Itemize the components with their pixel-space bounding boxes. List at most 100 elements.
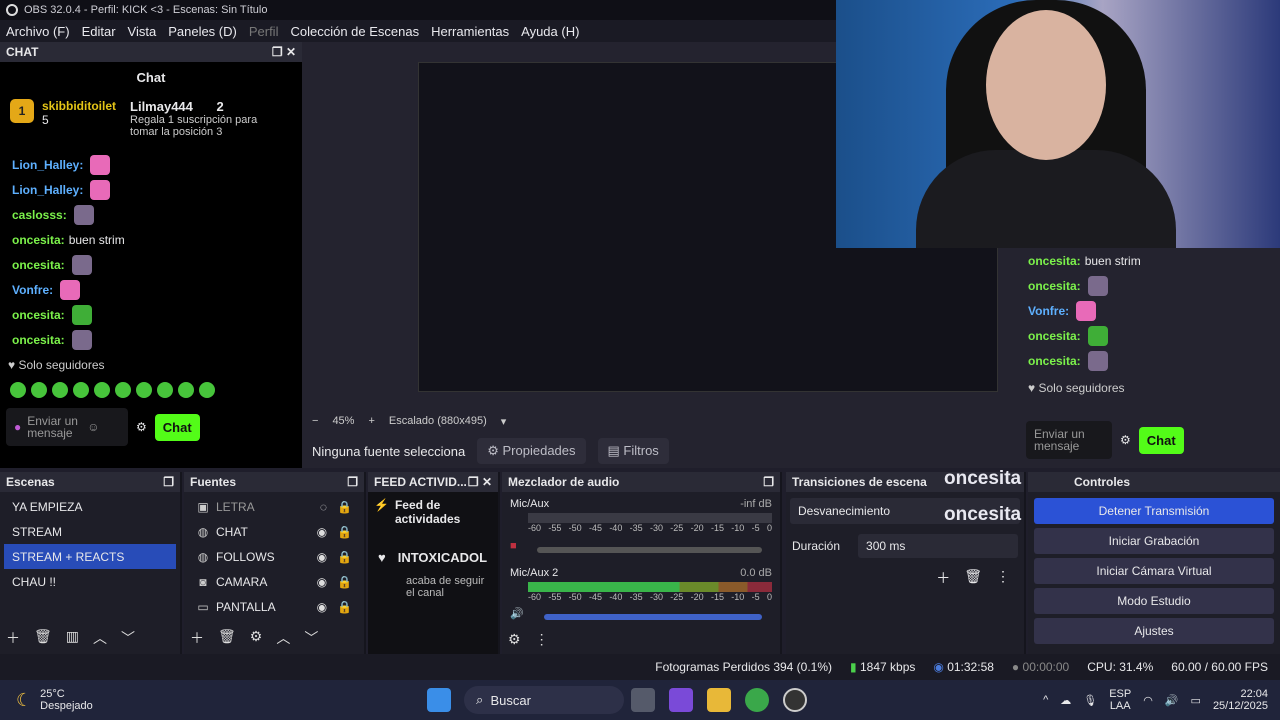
eye-icon[interactable]: ◉	[317, 525, 327, 539]
emote-icon[interactable]	[10, 382, 26, 398]
move-down-icon[interactable]: ﹀	[121, 628, 135, 648]
move-up-icon[interactable]: ︿	[276, 628, 290, 648]
cloud-icon[interactable]: ☁	[1060, 694, 1071, 707]
lock-icon[interactable]: 🔒	[337, 550, 352, 564]
clock[interactable]: 22:04 25/12/2025	[1213, 688, 1268, 712]
wifi-icon[interactable]: ◠	[1143, 694, 1153, 707]
settings-button[interactable]: Ajustes	[1034, 618, 1274, 644]
more-icon[interactable]: ⋮	[535, 631, 549, 648]
undock-icon[interactable]: ❐	[468, 475, 479, 489]
undock-icon[interactable]: ❐	[272, 45, 283, 59]
language-indicator[interactable]: ESP LAA	[1109, 688, 1131, 712]
undock-icon[interactable]: ❐	[763, 475, 774, 489]
emote-icon[interactable]	[73, 382, 89, 398]
filter-icon[interactable]: ▥	[66, 628, 79, 648]
copilot-icon[interactable]	[669, 688, 693, 712]
move-up-icon[interactable]: ︿	[93, 628, 107, 648]
scene-item[interactable]: YA EMPIEZA	[4, 494, 176, 519]
close-icon[interactable]: ✕	[482, 475, 492, 489]
task-view-icon[interactable]	[631, 688, 655, 712]
stop-stream-button[interactable]: Detener Transmisión	[1034, 498, 1274, 524]
add-icon[interactable]: ＋	[6, 628, 20, 648]
chat-username[interactable]: Lion_Halley:	[12, 183, 83, 197]
menu-ayuda[interactable]: Ayuda (H)	[515, 24, 585, 39]
properties-button[interactable]: ⚙ Propiedades	[477, 438, 586, 464]
menu-herramientas[interactable]: Herramientas	[425, 24, 515, 39]
chat-username[interactable]: caslosss:	[12, 208, 67, 222]
chat-username[interactable]: oncesita:	[12, 333, 65, 347]
add-icon[interactable]: ＋	[936, 568, 950, 588]
lock-icon[interactable]: 🔒	[337, 525, 352, 539]
volume-slider[interactable]	[536, 547, 762, 553]
volume-icon[interactable]: 🔊	[1165, 694, 1179, 707]
source-item[interactable]: ▭ PANTALLA ◉ 🔒	[188, 594, 360, 619]
volume-slider[interactable]	[543, 614, 762, 620]
more-icon[interactable]: ⋮	[996, 568, 1010, 588]
speaker-icon[interactable]: 🔊	[510, 607, 524, 620]
settings-icon[interactable]: ⚙	[136, 420, 147, 434]
chat-username[interactable]: oncesita:	[12, 308, 65, 322]
file-explorer-icon[interactable]	[707, 688, 731, 712]
source-item[interactable]: ◍ CHAT ◉ 🔒	[188, 519, 360, 544]
menu-archivo[interactable]: Archivo (F)	[0, 24, 76, 39]
zoom-out-button[interactable]: −	[312, 415, 318, 427]
taskbar-search[interactable]: ⌕ Buscar	[464, 686, 624, 714]
trash-icon[interactable]: 🗑	[34, 628, 52, 648]
chat-send-button[interactable]: Chat	[154, 413, 200, 441]
virtual-camera-button[interactable]: Iniciar Cámara Virtual	[1034, 558, 1274, 584]
chat-username[interactable]: oncesita:	[12, 258, 65, 272]
muted-speaker-icon[interactable]: ■	[510, 540, 517, 552]
lock-icon[interactable]: 🔒	[337, 500, 352, 514]
lock-icon[interactable]: 🔒	[337, 575, 352, 589]
chevron-down-icon[interactable]: ▾	[501, 415, 507, 428]
menu-perfil[interactable]: Perfil	[243, 24, 285, 39]
emote-icon[interactable]	[52, 382, 68, 398]
studio-mode-button[interactable]: Modo Estudio	[1034, 588, 1274, 614]
chat-username[interactable]: Lion_Halley:	[12, 158, 83, 172]
start-recording-button[interactable]: Iniciar Grabación	[1034, 528, 1274, 554]
undock-icon[interactable]: ❐	[163, 475, 174, 489]
menu-editar[interactable]: Editar	[76, 24, 122, 39]
menu-vista[interactable]: Vista	[122, 24, 163, 39]
undock-icon[interactable]: ❐	[347, 475, 358, 489]
mixer-settings-icon[interactable]: ⚙	[508, 631, 521, 648]
source-item[interactable]: ◍ FOLLOWS ◉ 🔒	[188, 544, 360, 569]
eye-icon[interactable]: ◉	[317, 550, 327, 564]
menu-paneles[interactable]: Paneles (D)	[162, 24, 243, 39]
lock-icon[interactable]: 🔒	[337, 600, 352, 614]
eye-icon[interactable]: ◉	[317, 575, 327, 589]
duration-input[interactable]: 300 ms	[858, 534, 1018, 558]
emote-icon[interactable]	[136, 382, 152, 398]
windows-start-icon[interactable]	[427, 688, 451, 712]
battery-icon[interactable]: ▭	[1191, 694, 1201, 707]
add-icon[interactable]: ＋	[190, 628, 204, 648]
menu-coleccion[interactable]: Colección de Escenas	[284, 24, 425, 39]
scene-item[interactable]: CHAU !!	[4, 569, 176, 594]
filters-button[interactable]: ▤ Filtros	[597, 438, 669, 464]
chat-username[interactable]: oncesita:	[12, 233, 65, 247]
trash-icon[interactable]: 🗑	[964, 568, 982, 588]
emoji-icon[interactable]: ☺	[87, 421, 99, 433]
trash-icon[interactable]: 🗑	[218, 628, 236, 648]
source-item[interactable]: ◙ CAMARA ◉ 🔒	[188, 569, 360, 594]
emote-icon[interactable]	[115, 382, 131, 398]
emote-icon[interactable]	[178, 382, 194, 398]
obs-taskbar-icon[interactable]	[783, 688, 807, 712]
scale-select[interactable]: Escalado (880x495)	[389, 415, 487, 427]
weather-widget[interactable]: ☾ 25°C Despejado	[0, 688, 420, 712]
source-item[interactable]: ▣ LETRA ◌ 🔒	[188, 494, 360, 519]
chat-username[interactable]: Vonfre:	[12, 283, 53, 297]
emote-icon[interactable]	[31, 382, 47, 398]
microphone-icon[interactable]: 🎙	[1083, 694, 1097, 707]
scene-item-selected[interactable]: STREAM + REACTS	[4, 544, 176, 569]
eye-icon[interactable]: ◉	[317, 600, 327, 614]
emote-icon[interactable]	[199, 382, 215, 398]
gear-icon[interactable]: ⚙	[250, 628, 263, 648]
move-down-icon[interactable]: ﹀	[304, 628, 318, 648]
chrome-icon[interactable]	[745, 688, 769, 712]
eye-hidden-icon[interactable]: ◌	[320, 500, 327, 514]
close-icon[interactable]: ✕	[286, 45, 296, 59]
zoom-in-button[interactable]: +	[368, 415, 374, 427]
mic-icon[interactable]: ●	[14, 421, 21, 433]
emote-icon[interactable]	[157, 382, 173, 398]
